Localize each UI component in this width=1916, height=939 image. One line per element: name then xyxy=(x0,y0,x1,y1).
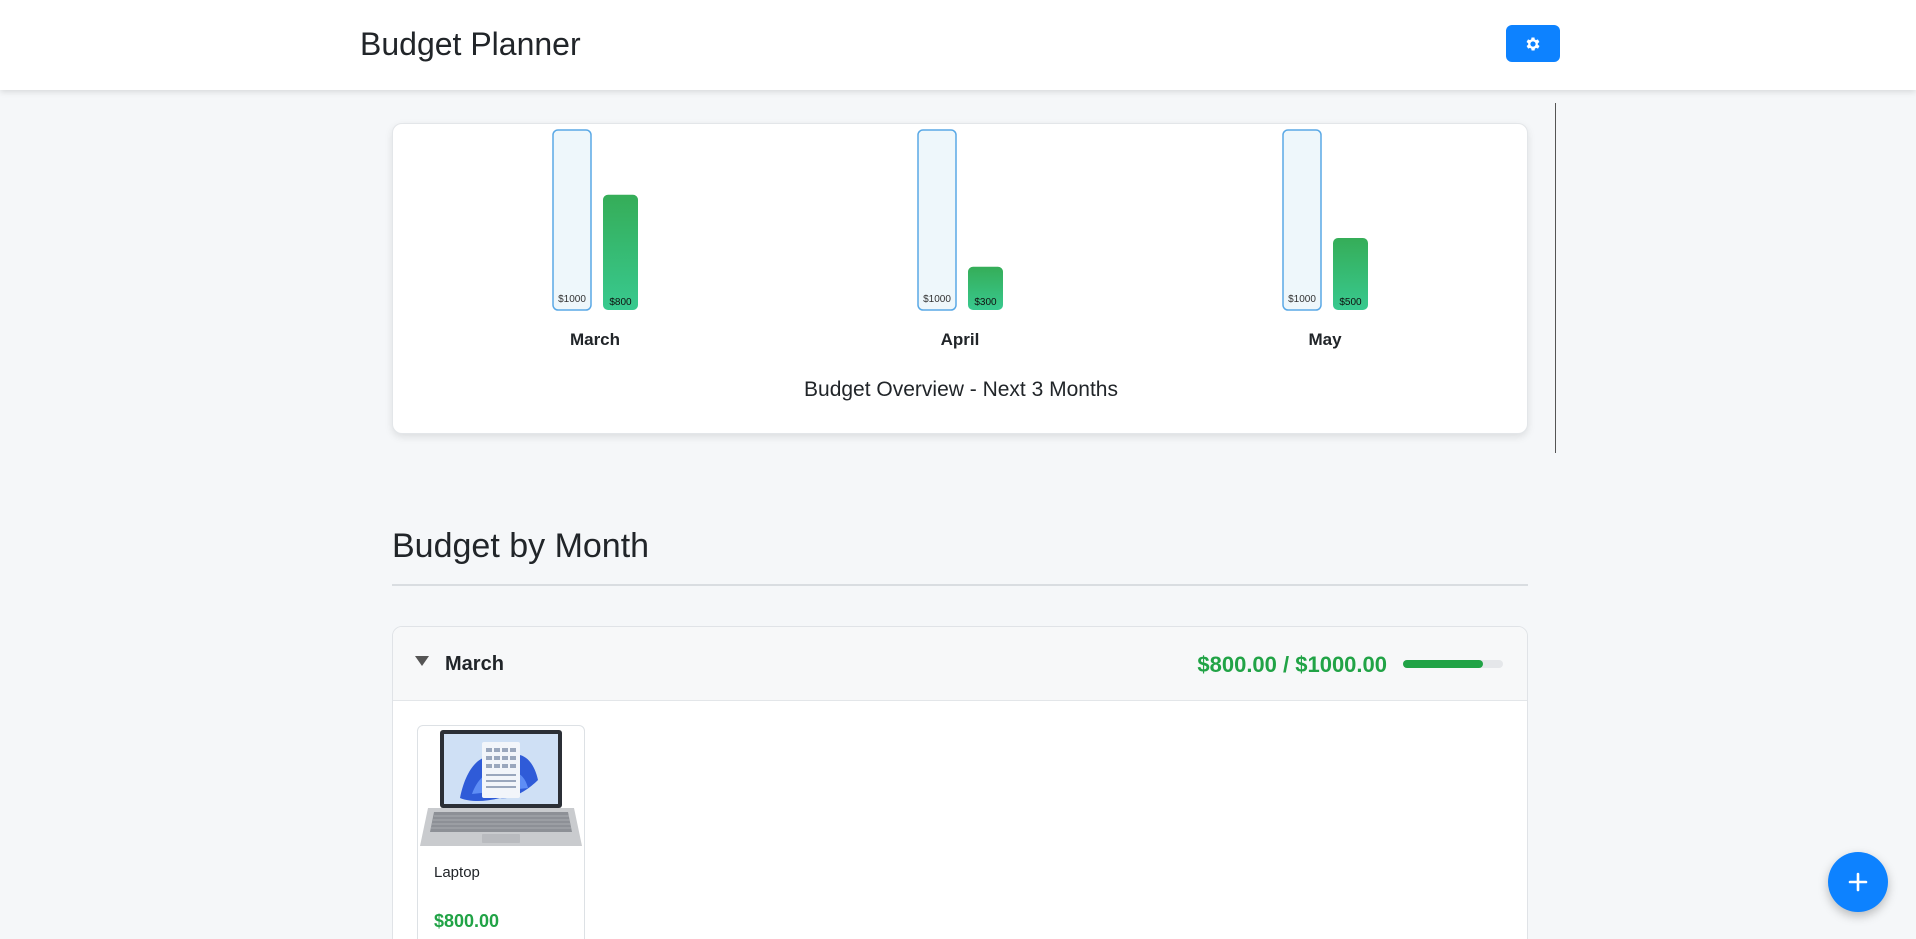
month-label: March xyxy=(570,330,620,349)
scroll-divider xyxy=(1555,103,1556,453)
month-card-march: March $800.00 / $1000.00 Laptop $800.00 xyxy=(392,626,1528,939)
plus-icon xyxy=(1848,872,1868,892)
budget-bar-label: $1000 xyxy=(558,294,586,305)
chart-title: Budget Overview - Next 3 Months xyxy=(804,378,1118,401)
month-progress-fill xyxy=(1403,660,1483,668)
spent-bar-label: $800 xyxy=(609,297,632,308)
budget-overview-card: $1000 $800 March $1000 $300 April $1000 $500 May… xyxy=(392,123,1528,434)
item-card[interactable]: Laptop $800.00 xyxy=(417,725,585,939)
add-item-button[interactable] xyxy=(1828,852,1888,912)
month-label: May xyxy=(1308,330,1342,349)
budget-bar xyxy=(552,129,592,311)
spent-bar-label: $500 xyxy=(1339,297,1362,308)
budget-bar-label: $1000 xyxy=(1288,294,1316,305)
spent-bar xyxy=(603,194,638,310)
month-header[interactable]: March $800.00 / $1000.00 xyxy=(393,627,1527,701)
top-bar: Budget Planner xyxy=(0,0,1916,90)
item-price: $800.00 xyxy=(434,911,500,931)
app-title: Budget Planner xyxy=(360,26,581,62)
item-name: Laptop xyxy=(434,864,480,881)
month-total: $800.00 / $1000.00 xyxy=(1197,652,1387,677)
budget-overview-chart: $1000 $800 March $1000 $300 April $1000 $500 May xyxy=(552,129,1368,349)
spent-bar-label: $300 xyxy=(974,297,997,308)
month-name: March xyxy=(445,653,504,675)
month-progress-bar xyxy=(1403,660,1503,668)
laptop-image xyxy=(420,728,582,848)
budget-bar xyxy=(917,129,957,311)
gear-icon xyxy=(1526,36,1540,51)
caret-down-icon[interactable] xyxy=(415,656,429,666)
settings-button[interactable] xyxy=(1506,25,1560,62)
month-label: April xyxy=(941,330,980,349)
section-title: Budget by Month xyxy=(392,527,650,565)
budget-bar xyxy=(1282,129,1322,311)
budget-bar-label: $1000 xyxy=(923,294,951,305)
section-divider xyxy=(392,584,1528,586)
